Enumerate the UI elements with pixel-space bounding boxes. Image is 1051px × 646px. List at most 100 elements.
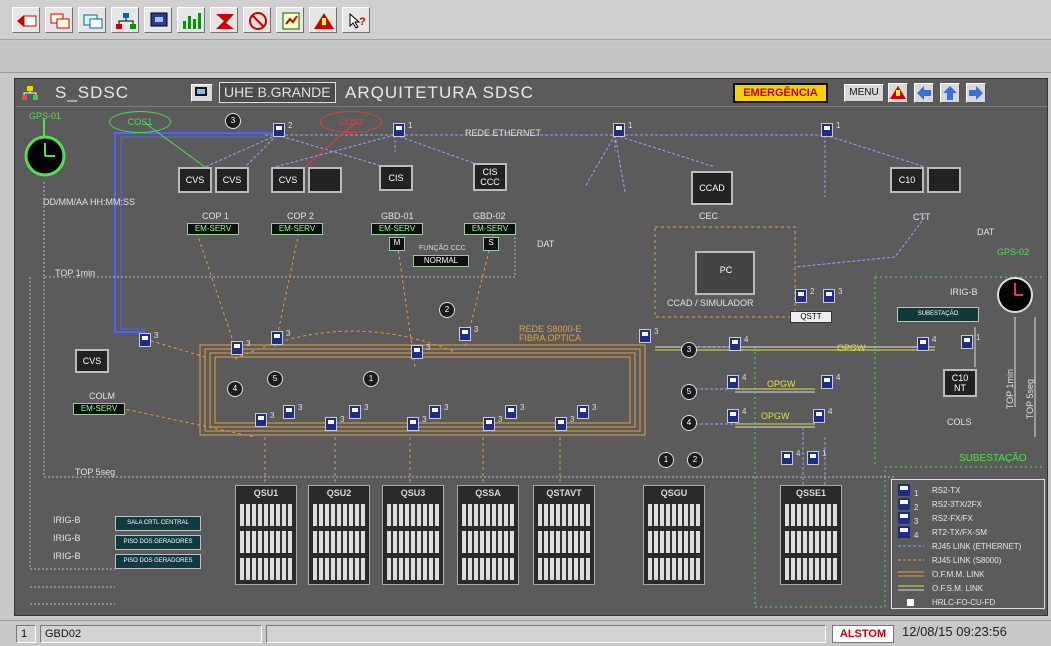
network-button[interactable]	[111, 7, 139, 33]
network-switch[interactable]: 3	[325, 415, 344, 431]
rack-qsu3[interactable]: QSU3	[382, 485, 444, 585]
forward-nav-button[interactable]	[966, 83, 986, 103]
up-nav-button[interactable]	[940, 83, 960, 103]
switch-icon	[642, 332, 648, 336]
bar-chart-button[interactable]	[177, 7, 205, 33]
ccad-monitor[interactable]: CCAD	[691, 171, 733, 205]
network-switch[interactable]: 3	[231, 339, 250, 355]
window-copy-button[interactable]	[78, 7, 106, 33]
alarm-icon	[216, 14, 234, 29]
cis-ccc-monitor[interactable]: CIS CCC	[473, 163, 507, 191]
rack-qsu1[interactable]: QSU1	[235, 485, 297, 585]
pc-monitor[interactable]: PC	[695, 251, 755, 295]
network-switch[interactable]: 3	[459, 325, 478, 341]
station-button[interactable]	[191, 84, 213, 102]
menu-button[interactable]: MENU	[844, 84, 884, 102]
rack-qsse1[interactable]: QSSE1	[780, 485, 842, 585]
rack-qsu2[interactable]: QSU2	[308, 485, 370, 585]
network-switch[interactable]: 3	[283, 403, 302, 419]
c10nt-monitor[interactable]: C10 NT	[943, 369, 977, 397]
back-nav-button[interactable]	[914, 83, 934, 103]
network-switch[interactable]: 4	[727, 373, 746, 389]
network-switch[interactable]: 3	[407, 415, 426, 431]
switch-icon	[964, 338, 970, 342]
cvs-monitor[interactable]: CVS	[271, 167, 305, 193]
switch-type-number: 4	[742, 407, 747, 416]
network-switch[interactable]: 3	[823, 287, 842, 303]
network-switch[interactable]: 3	[639, 327, 658, 343]
secondary-toolbar	[0, 41, 1051, 73]
node-number: 2	[439, 302, 455, 318]
mute-icon	[249, 12, 267, 30]
fibra-label: FIBRA OPTICA	[519, 333, 582, 343]
network-switch[interactable]: 4	[781, 449, 800, 465]
warning-button[interactable]	[309, 7, 337, 33]
switch-type-number: 4	[836, 373, 841, 382]
network-switch[interactable]: 3	[411, 343, 430, 359]
network-switch[interactable]: 1	[961, 333, 980, 349]
network-switch[interactable]: 3	[577, 403, 596, 419]
network-switch[interactable]: 3	[483, 415, 502, 431]
node-number: 4	[227, 381, 243, 397]
network-switch[interactable]: 3	[505, 403, 524, 419]
node-number: 4	[681, 415, 697, 431]
network-switch[interactable]: 4	[821, 373, 840, 389]
sala-ctrl-box: SALA CRTL CENTRAL	[115, 516, 201, 531]
workstation-monitor[interactable]	[927, 167, 961, 193]
workstation-monitor[interactable]	[308, 167, 342, 193]
network-switch[interactable]: 2	[795, 287, 814, 303]
gps-left-label: GPS-01	[29, 111, 62, 121]
c10-monitor[interactable]: C10	[890, 167, 924, 193]
switch-type-number: 1	[976, 333, 981, 342]
network-switch[interactable]: 1	[821, 121, 840, 137]
rack-qssa[interactable]: QSSA	[457, 485, 519, 585]
network-switch[interactable]: 3	[271, 329, 290, 345]
network-switch[interactable]: 4	[813, 407, 832, 423]
switch-type-number: 3	[654, 327, 659, 336]
colm-monitor[interactable]: CVS	[75, 349, 109, 373]
network-switch[interactable]: 3	[139, 331, 158, 347]
emergency-button[interactable]: EMERGÊNCIA	[733, 83, 828, 103]
cis-monitor[interactable]: CIS	[379, 165, 413, 191]
back-icon	[17, 15, 37, 27]
network-switch[interactable]: 4	[729, 335, 748, 351]
help-button[interactable]: ?	[342, 7, 370, 33]
network-switch[interactable]: 4	[917, 335, 936, 351]
ofmm-line-icon	[898, 571, 924, 577]
system-clock: 12/08/15 09:23:56	[902, 624, 1007, 639]
switch-type-number: 3	[426, 343, 431, 352]
cvs-monitor[interactable]: CVS	[215, 167, 249, 193]
cvs-monitor[interactable]: CVS	[178, 167, 212, 193]
switch-icon	[274, 334, 280, 338]
cos2-ellipse: COS2	[320, 111, 382, 133]
network-switch[interactable]: 3	[429, 403, 448, 419]
mute-button[interactable]	[243, 7, 271, 33]
network-switch[interactable]: 4	[727, 407, 746, 423]
ccc-status: NORMAL	[413, 255, 469, 267]
back-button[interactable]	[12, 7, 40, 33]
network-switch[interactable]: 1	[613, 121, 632, 137]
legend-item: O.F.M.M. LINK	[898, 568, 984, 582]
network-switch[interactable]: 3	[255, 411, 274, 427]
network-switch[interactable]: 3	[349, 403, 368, 419]
report-button[interactable]	[276, 7, 304, 33]
node-number: 5	[681, 384, 697, 400]
cop2-label: COP 2	[287, 211, 314, 221]
monitor-button[interactable]	[144, 7, 172, 33]
network-switch[interactable]: 1	[393, 121, 412, 137]
top-1min-label: TOP 1min	[55, 268, 96, 278]
alarm-nav-button[interactable]	[888, 83, 908, 103]
alarm-button[interactable]	[210, 7, 238, 33]
switch-icon	[824, 378, 830, 382]
windows-button[interactable]	[45, 7, 73, 33]
opgw-label: OPGW	[837, 343, 866, 353]
network-switch[interactable]: 3	[555, 415, 574, 431]
rack-qstavt[interactable]: QSTAVT	[533, 485, 595, 585]
network-switch[interactable]: 2	[273, 121, 292, 137]
node-number: 1	[658, 452, 674, 468]
node-number: 3	[225, 113, 241, 129]
rack-qsgu[interactable]: QSGU	[643, 485, 705, 585]
screen-header: S_SDSC UHE B.GRANDE ARQUITETURA SDSC EME…	[15, 79, 1047, 107]
network-switch[interactable]: 1	[807, 449, 826, 465]
switch-type-number: 3	[570, 415, 575, 424]
